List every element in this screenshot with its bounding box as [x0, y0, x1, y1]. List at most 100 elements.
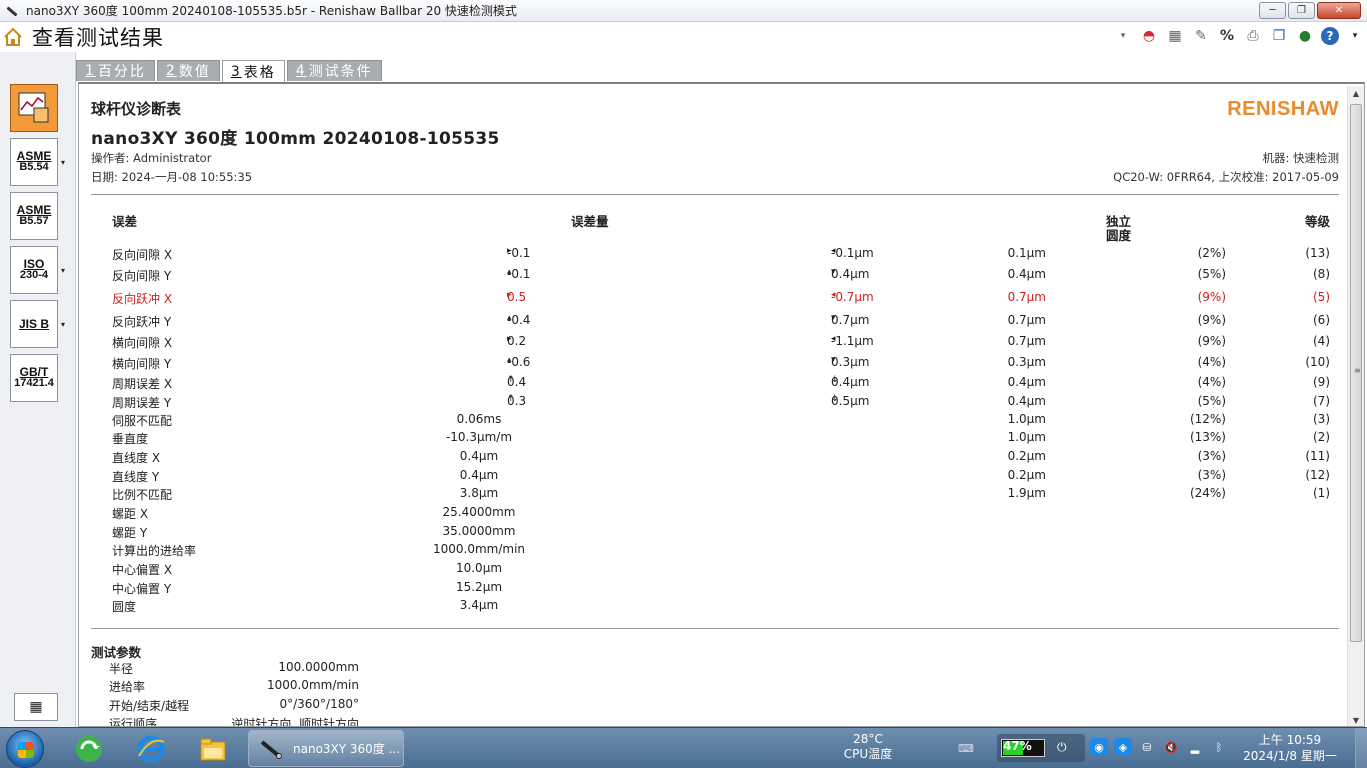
error-name: 螺距 X: [112, 507, 149, 521]
header-amount: 误差量: [571, 214, 609, 229]
table-row: 横向间隙 Y ▴ -0.6 ▾ 0.3μm 0.3μm (4%) (10): [112, 355, 1330, 371]
app-header: 查看测试结果 ▾ ◓ ▦ ✎ % ⎙ ❐ ● ? ▾: [0, 22, 1367, 52]
grade-value: (5): [1313, 290, 1330, 304]
rail-asme-b554-dropdown-icon[interactable]: ▾: [61, 158, 65, 167]
error-name: 中心偏置 Y: [112, 582, 172, 596]
grade-value: (10): [1305, 355, 1330, 369]
independent-value: 0.2μm: [1007, 449, 1046, 463]
error-name: 周期误差 Y: [112, 396, 172, 410]
grade-value: (11): [1305, 449, 1330, 463]
roundness-percent: (4%): [1197, 375, 1226, 389]
table-row: 反向跃冲 Y ▴ -0.4 ▾ 0.7μm 0.7μm (9%) (6): [112, 313, 1330, 329]
signal-icon[interactable]: ▂: [1186, 738, 1204, 756]
rail-iso-230-4-button[interactable]: ISO 230-4: [10, 246, 58, 294]
speaker-muted-icon[interactable]: 🔇: [1162, 738, 1180, 756]
vertical-scrollbar[interactable]: ▲ ≡ ▼: [1347, 86, 1364, 726]
taskbar-task-ballbar[interactable]: nano3XY 360度 ...: [248, 730, 404, 767]
system-clock[interactable]: 上午 10:59 2024/1/8 星期一: [1240, 732, 1340, 764]
roundness-percent: (5%): [1197, 394, 1226, 408]
copy-icon[interactable]: ❐: [1269, 26, 1289, 46]
close-button[interactable]: ✕: [1317, 2, 1361, 19]
error-name: 比例不匹配: [112, 488, 173, 502]
rail-asme-b557-button[interactable]: ASME B5.57: [10, 192, 58, 240]
independent-value: 1.0μm: [1007, 430, 1046, 444]
tab-values[interactable]: 2 数值: [156, 60, 220, 81]
tab-table[interactable]: 3 表格: [221, 60, 285, 82]
chevron-down-icon[interactable]: ▾: [1113, 26, 1133, 46]
system-tray: ◉ ◈ ⛁ 🔇 ▂ ᛒ: [1090, 738, 1228, 756]
help-dropdown-icon[interactable]: ▾: [1345, 26, 1365, 46]
battery-widget[interactable]: 47% ⏻: [997, 734, 1085, 762]
taskbar-pin-ie-icon[interactable]: [134, 732, 168, 766]
usb-icon[interactable]: ⛁: [1138, 738, 1156, 756]
error-name: 反向间隙 Y: [112, 269, 172, 283]
help-icon[interactable]: ?: [1321, 27, 1339, 45]
error-value: 0.4μm: [459, 468, 499, 482]
left-rail: ASME B5.54 ▾ ASME B5.57 ISO 230-4 ▾ JIS …: [0, 52, 76, 727]
error-value: 10.0μm: [455, 561, 503, 575]
tab-percent[interactable]: 1 百分比: [76, 60, 155, 81]
alert-dome-icon[interactable]: ◓: [1139, 26, 1159, 46]
error-name: 反向跃冲 Y: [112, 315, 172, 329]
taskbar-pin-explorer-icon[interactable]: [196, 732, 230, 766]
chat-icon[interactable]: ◉: [1090, 738, 1108, 756]
shield-icon[interactable]: ◈: [1114, 738, 1132, 756]
grade-value: (2): [1313, 430, 1330, 444]
scroll-down-icon[interactable]: ▼: [1348, 713, 1364, 726]
table-row: 螺距 X 25.4000mm: [91, 505, 1339, 523]
scroll-up-icon[interactable]: ▲: [1348, 86, 1364, 102]
percent-icon[interactable]: %: [1217, 26, 1237, 46]
device-calibration-text: QC20-W: 0FRR64, 上次校准: 2017-05-09: [1113, 170, 1339, 184]
toolbar: ▾ ◓ ▦ ✎ % ⎙ ❐ ● ? ▾: [1113, 26, 1365, 46]
rail-iso-dropdown-icon[interactable]: ▾: [61, 266, 65, 275]
table-row: 直线度 Y 0.4μm 0.2μm (3%) (12): [91, 468, 1339, 486]
tab-test-conditions[interactable]: 4 测试条件: [286, 60, 382, 81]
maximize-button[interactable]: ❐: [1288, 2, 1315, 19]
error-value: 3.8μm: [459, 486, 499, 500]
window-title-bar: nano3XY 360度 100mm 20240108-105535.b5r -…: [0, 0, 1367, 22]
home-icon[interactable]: [2, 26, 24, 48]
rail-asme-b554-button[interactable]: ASME B5.54: [10, 138, 58, 186]
rail-results-button[interactable]: [10, 84, 58, 132]
start-button[interactable]: [6, 730, 44, 768]
ballbar-app-icon: [4, 3, 20, 19]
independent-value: 0.7μm: [1007, 334, 1046, 348]
error-name: 直线度 X: [112, 451, 161, 465]
page-title: 查看测试结果: [32, 26, 164, 50]
error-value: 3.4μm: [459, 598, 499, 612]
globe-icon[interactable]: ●: [1295, 26, 1315, 46]
roundness-percent: (13%): [1189, 430, 1226, 444]
table-row: 反向跃冲 X ▸ 0.5 ◂ -0.7μm 0.7μm (9%) (5): [112, 290, 1330, 306]
param-label: 运行顺序: [109, 717, 158, 727]
roundness-percent: (4%): [1197, 355, 1226, 369]
independent-value: 1.9μm: [1007, 486, 1046, 500]
show-desktop-button[interactable]: [1355, 728, 1367, 768]
independent-value: 0.7μm: [1007, 313, 1046, 327]
roundness-percent: (9%): [1197, 290, 1226, 304]
error-value: 0.06ms: [456, 412, 502, 426]
rail-gbt-button[interactable]: GB/T 17421.4: [10, 354, 58, 402]
table-row: 反向间隙 X ▸ -0.1 ◂ -0.1μm 0.1μm (2%) (13): [112, 246, 1330, 262]
grid-view-button[interactable]: ▦: [14, 693, 58, 721]
pen-icon[interactable]: ✎: [1191, 26, 1211, 46]
taskbar-pin-360-icon[interactable]: [72, 732, 106, 766]
bluetooth-icon[interactable]: ᛒ: [1210, 738, 1228, 756]
keyboard-icon[interactable]: ⌨: [958, 742, 974, 755]
renishaw-logo: RENISHAW: [1227, 98, 1339, 120]
independent-value: 0.3μm: [1007, 355, 1046, 369]
independent-value: 0.1μm: [1007, 246, 1046, 260]
table-row: 中心偏置 X 10.0μm: [91, 561, 1339, 579]
rail-jis-b-button[interactable]: JIS B: [10, 300, 58, 348]
minimize-button[interactable]: ─: [1259, 2, 1286, 19]
table-row: 螺距 Y 35.0000mm: [91, 524, 1339, 542]
independent-value: 1.0μm: [1007, 412, 1046, 426]
printer-icon[interactable]: ⎙: [1243, 26, 1263, 46]
report-title: 球杆仪诊断表: [91, 100, 182, 118]
machine-icon[interactable]: ▦: [1165, 26, 1185, 46]
header-error: 误差: [112, 214, 138, 229]
param-value: 100.0000mm: [278, 660, 359, 674]
rail-jis-dropdown-icon[interactable]: ▾: [61, 320, 65, 329]
table-row: 垂直度 -10.3μm/m 1.0μm (13%) (2): [91, 430, 1339, 448]
header-grade: 等级: [1305, 214, 1331, 229]
roundness-percent: (24%): [1189, 486, 1226, 500]
